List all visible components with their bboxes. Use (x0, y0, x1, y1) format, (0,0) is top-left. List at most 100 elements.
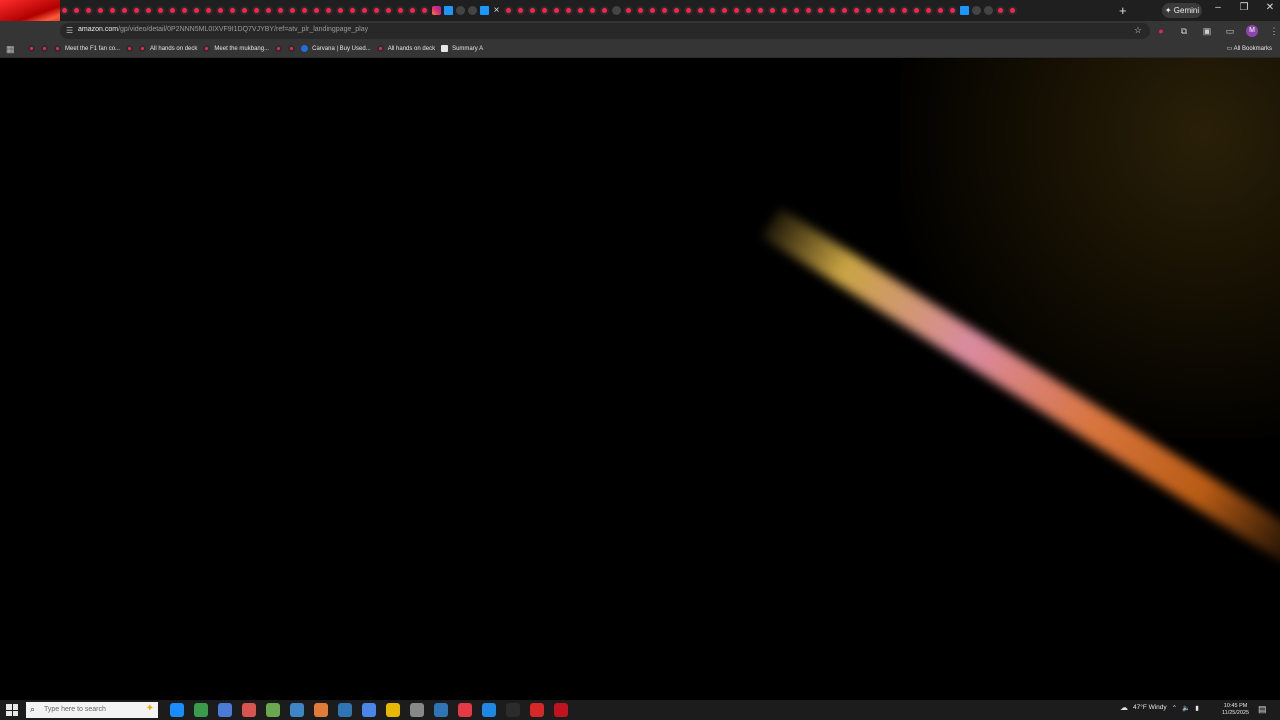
tab-favicon[interactable] (408, 5, 417, 15)
taskbar-app-icon[interactable] (170, 703, 184, 717)
cast-icon[interactable]: ▭ (1223, 25, 1237, 37)
tab-favicon[interactable] (948, 5, 957, 15)
bookmark-item[interactable]: Summary A (441, 45, 483, 52)
tab-favicon[interactable] (684, 5, 693, 15)
bookmark-star-icon[interactable]: ☆ (1134, 25, 1142, 36)
tab-favicon[interactable] (204, 5, 213, 15)
tab-favicon[interactable] (636, 5, 645, 15)
tab-favicon[interactable] (192, 5, 201, 15)
taskbar-app-icon[interactable] (362, 703, 376, 717)
tab-favicon[interactable] (132, 5, 141, 15)
tab-favicon[interactable] (648, 5, 657, 15)
all-bookmarks-button[interactable]: ▭ All Bookmarks (1227, 45, 1272, 52)
taskbar-clock[interactable]: 10:45 PM 11/25/2025 (1222, 703, 1249, 717)
bookmark-item[interactable]: All hands on deck (139, 45, 197, 52)
taskbar-app-icon[interactable] (386, 703, 400, 717)
tab-favicon[interactable] (900, 5, 909, 15)
address-bar[interactable]: ☰ amazon.com/gp/video/detail/0P2NNN5ML0I… (60, 23, 1150, 39)
tab-favicon[interactable] (504, 5, 513, 15)
site-info-icon[interactable]: ☰ (66, 26, 73, 35)
tab-favicon[interactable] (768, 5, 777, 15)
tab-favicon[interactable] (912, 5, 921, 15)
tab-favicon[interactable] (540, 5, 549, 15)
tab-favicon[interactable] (396, 5, 405, 15)
tab-favicon[interactable] (564, 5, 573, 15)
tab-favicon[interactable] (456, 5, 465, 15)
tab-favicon[interactable] (612, 5, 621, 15)
tray-chevron-icon[interactable]: ⌃ (1172, 704, 1177, 712)
bookmark-item[interactable]: Meet the mukbang... (203, 45, 269, 52)
taskbar-app-icon[interactable] (410, 703, 424, 717)
taskbar-app-icon[interactable] (242, 703, 256, 717)
taskbar-app-icon[interactable] (530, 703, 544, 717)
bookmark-item[interactable] (126, 45, 134, 52)
extensions-icon[interactable]: ⧉ (1177, 25, 1191, 37)
taskbar-app-icon[interactable] (194, 703, 208, 717)
side-panel-icon[interactable]: ▣ (1200, 25, 1214, 37)
taskbar-app-icon[interactable] (554, 703, 568, 717)
tab-favicon[interactable] (156, 5, 165, 15)
restore-icon[interactable]: ❐ (1238, 2, 1250, 13)
tab-favicon[interactable] (264, 5, 273, 15)
tab-favicon[interactable] (240, 5, 249, 15)
tab-favicon[interactable] (756, 5, 765, 15)
tab-favicon[interactable] (516, 5, 525, 15)
bookmark-item[interactable] (41, 45, 48, 52)
volume-icon[interactable]: 🔈 (1182, 704, 1190, 712)
tab-favicon[interactable] (744, 5, 753, 15)
taskbar-app-icon[interactable] (482, 703, 496, 717)
tab-favicon[interactable] (300, 5, 309, 15)
profile-avatar[interactable]: M (1246, 25, 1258, 37)
tab-favicon[interactable] (420, 5, 429, 15)
tab-favicon[interactable] (360, 5, 369, 15)
tab-favicon[interactable] (432, 5, 441, 15)
tab-favicon[interactable] (468, 5, 477, 15)
tab-favicon[interactable] (708, 5, 717, 15)
tab-favicon[interactable] (576, 5, 585, 15)
minimize-icon[interactable]: – (1212, 2, 1224, 13)
tab-favicon[interactable] (876, 5, 885, 15)
tab-favicon[interactable] (348, 5, 357, 15)
tab-favicon[interactable] (72, 5, 81, 15)
extension-record-icon[interactable]: ● (1154, 25, 1168, 37)
tab-favicon[interactable] (960, 5, 969, 15)
taskbar-app-icon[interactable] (506, 703, 520, 717)
taskbar-app-icon[interactable] (218, 703, 232, 717)
url-text[interactable]: amazon.com/gp/video/detail/0P2NNN5ML0IXV… (78, 26, 368, 33)
tab-favicon[interactable] (552, 5, 561, 15)
tab-favicon[interactable] (288, 5, 297, 15)
windows-start-icon[interactable] (6, 704, 18, 716)
bookmark-item[interactable]: All hands on deck (376, 45, 435, 52)
tab-favicon[interactable] (336, 5, 345, 15)
tab-favicon[interactable] (792, 5, 801, 15)
tab-favicon[interactable] (972, 5, 981, 15)
gemini-button[interactable]: ✦ Gemini (1162, 3, 1202, 18)
bookmark-item[interactable] (275, 45, 283, 52)
tab-favicon[interactable] (120, 5, 129, 15)
tab-favicon[interactable] (588, 5, 597, 15)
tab-favicon[interactable] (672, 5, 681, 15)
tab-favicon[interactable] (60, 5, 69, 15)
tab-favicon[interactable] (936, 5, 945, 15)
tab-favicon[interactable] (276, 5, 285, 15)
bookmark-item[interactable] (288, 45, 296, 52)
taskbar-app-icon[interactable] (434, 703, 448, 717)
taskbar-app-icon[interactable] (338, 703, 352, 717)
taskbar-app-icon[interactable] (314, 703, 328, 717)
tab-favicon[interactable] (96, 5, 105, 15)
tab-favicon[interactable] (228, 5, 237, 15)
tab-favicon[interactable] (840, 5, 849, 15)
tab-favicon[interactable] (480, 5, 489, 15)
tab-favicon[interactable] (600, 5, 609, 15)
bookmark-item[interactable]: Meet the F1 fan co... (54, 45, 120, 52)
bookmark-item[interactable] (28, 45, 35, 52)
tab-favicon[interactable] (372, 5, 381, 15)
tab-favicon[interactable] (984, 5, 993, 15)
tab-favicon[interactable] (528, 5, 537, 15)
tab-favicon[interactable] (732, 5, 741, 15)
tab-favicon[interactable] (216, 5, 225, 15)
weather-text[interactable]: 47°F Windy (1133, 704, 1167, 711)
tab-favicon[interactable] (888, 5, 897, 15)
taskbar-search-box[interactable]: ⌕ Type here to search ✦ (26, 702, 158, 718)
tab-favicon[interactable] (168, 5, 177, 15)
